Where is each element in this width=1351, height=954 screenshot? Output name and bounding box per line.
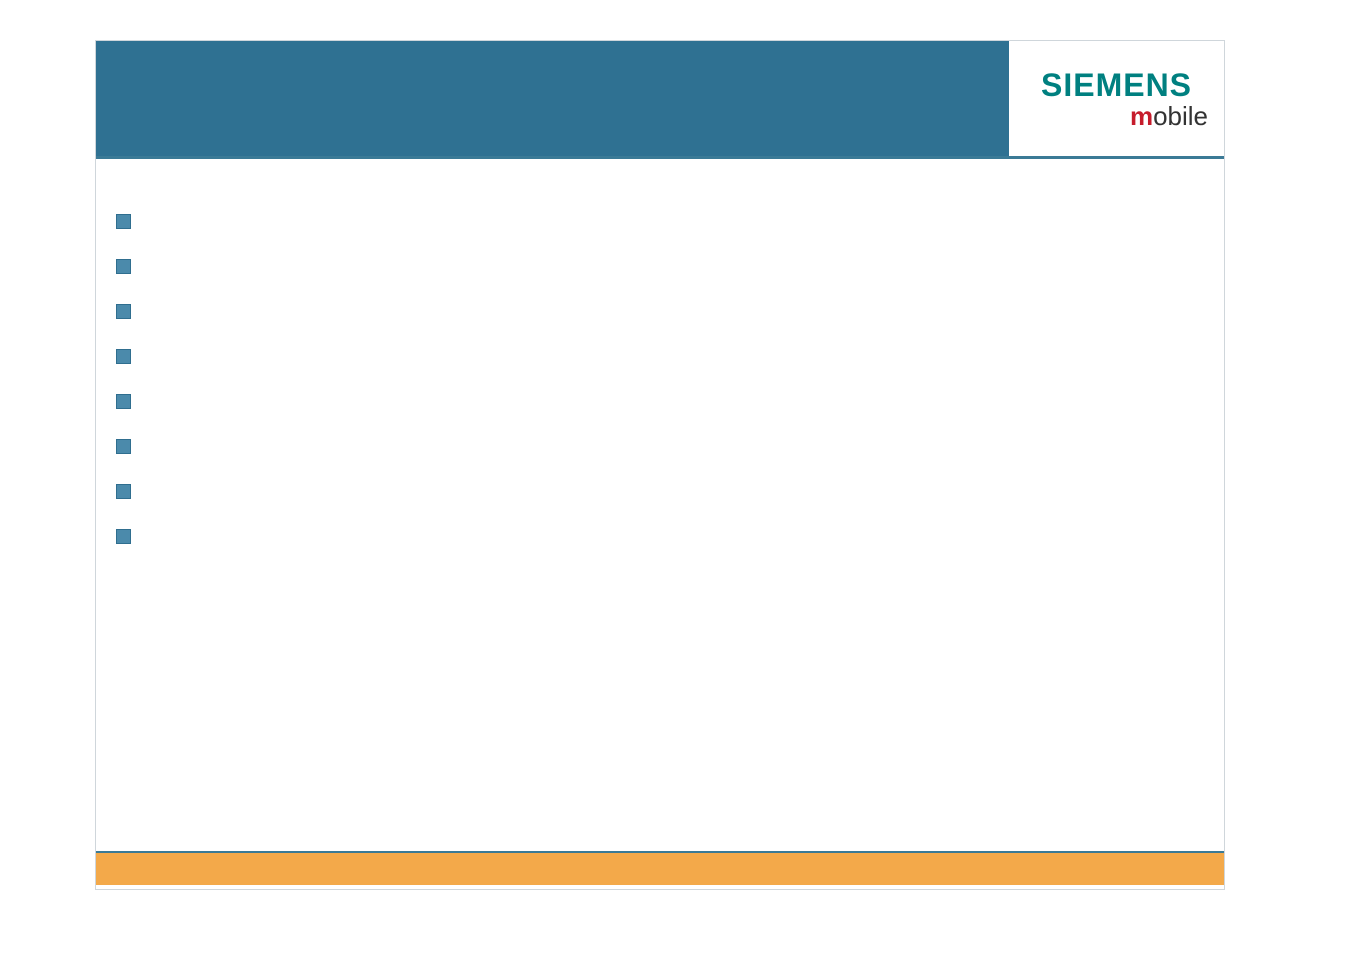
brand-sub-m: m <box>1130 101 1153 131</box>
list-item <box>116 469 1194 514</box>
square-bullet-icon <box>116 394 131 409</box>
footer <box>96 851 1224 889</box>
square-bullet-icon <box>116 349 131 364</box>
list-item <box>116 334 1194 379</box>
brand-subline: mobile <box>1130 103 1208 129</box>
list-item <box>116 424 1194 469</box>
content-area <box>96 159 1224 569</box>
list-item <box>116 289 1194 334</box>
list-item <box>116 379 1194 424</box>
square-bullet-icon <box>116 484 131 499</box>
logo-box: SIEMENS mobile <box>1009 41 1224 156</box>
brand-sub-rest: obile <box>1153 101 1208 131</box>
slide: SIEMENS mobile <box>95 40 1225 890</box>
list-item <box>116 514 1194 559</box>
bullet-list <box>116 199 1194 559</box>
list-item <box>116 244 1194 289</box>
header-title-area <box>96 41 1009 156</box>
footer-accent-bar <box>96 851 1224 885</box>
square-bullet-icon <box>116 529 131 544</box>
square-bullet-icon <box>116 304 131 319</box>
header: SIEMENS mobile <box>96 41 1224 159</box>
square-bullet-icon <box>116 439 131 454</box>
list-item <box>116 199 1194 244</box>
square-bullet-icon <box>116 259 131 274</box>
brand-wordmark: SIEMENS <box>1041 69 1192 101</box>
square-bullet-icon <box>116 214 131 229</box>
